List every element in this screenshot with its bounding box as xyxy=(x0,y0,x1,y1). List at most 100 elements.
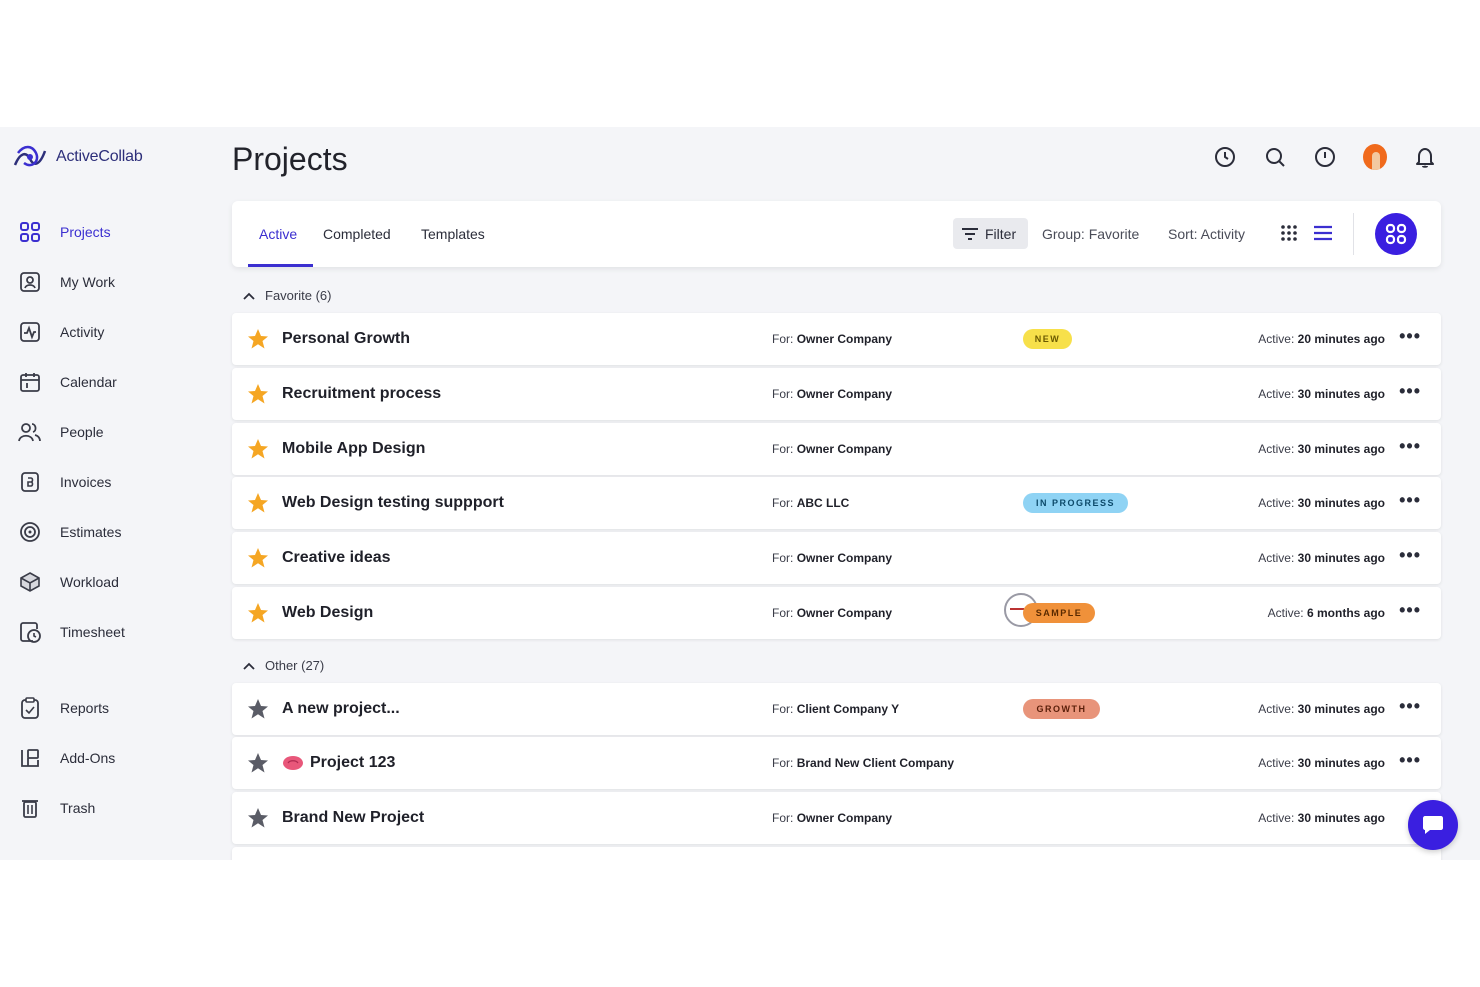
sidebar-item-reports[interactable]: Reports xyxy=(18,693,109,723)
project-client: For: Owner Company xyxy=(772,551,893,565)
project-row[interactable]: Recruitment process For: Owner Company A… xyxy=(232,368,1441,420)
invoice-icon xyxy=(18,470,42,494)
project-activity: Active: 30 minutes ago xyxy=(1258,387,1385,401)
sidebar-item-label: Calendar xyxy=(60,374,117,390)
sidebar-item-workload[interactable]: Workload xyxy=(18,567,119,597)
star-icon[interactable] xyxy=(246,806,270,830)
star-icon[interactable] xyxy=(246,437,270,461)
project-name[interactable]: Recruitment process xyxy=(282,385,441,403)
sidebar-item-projects[interactable]: Projects xyxy=(18,217,111,247)
project-activity: Active: 20 minutes ago xyxy=(1258,332,1385,346)
project-row[interactable]: Project 123 For: Brand New Client Compan… xyxy=(232,737,1441,789)
sidebar-item-add-ons[interactable]: Add-Ons xyxy=(18,743,115,773)
trash-icon xyxy=(18,796,42,820)
project-row[interactable]: Mobile App Design For: Owner Company Act… xyxy=(232,423,1441,475)
star-icon[interactable] xyxy=(246,697,270,721)
group-selector[interactable]: Group: Favorite xyxy=(1042,226,1139,242)
avatar[interactable] xyxy=(1363,144,1387,170)
estimate-icon xyxy=(18,520,42,544)
project-name[interactable]: Web Design xyxy=(282,604,373,622)
sidebar-item-label: Estimates xyxy=(60,524,122,540)
star-icon[interactable] xyxy=(246,546,270,570)
project-activity: Active: 6 months ago xyxy=(1267,606,1385,620)
group-header-other[interactable]: Other (27) xyxy=(243,658,324,673)
project-activity: Active: 30 minutes ago xyxy=(1258,442,1385,456)
project-name[interactable]: A new project... xyxy=(282,700,400,718)
sidebar-item-label: Reports xyxy=(60,700,110,716)
project-client: For: Owner Company xyxy=(772,332,893,346)
chat-button[interactable] xyxy=(1408,800,1458,850)
status-badge: IN PROGRESS xyxy=(1023,493,1128,513)
sidebar-item-estimates[interactable]: Estimates xyxy=(18,517,121,547)
project-row[interactable]: Brand New Project For: Owner Company Act… xyxy=(232,792,1441,844)
timer-icon[interactable] xyxy=(1313,145,1337,169)
project-client: For: Owner Company xyxy=(772,811,893,825)
search-icon[interactable] xyxy=(1263,145,1287,169)
more-options-icon[interactable]: ••• xyxy=(1399,436,1421,457)
project-client: For: Owner Company xyxy=(772,387,893,401)
timesheet-icon xyxy=(18,620,42,644)
sidebar-item-label: My Work xyxy=(60,274,115,290)
project-row[interactable]: Web Design For: Owner Company SAMPLE Act… xyxy=(232,587,1441,639)
more-options-icon[interactable]: ••• xyxy=(1399,696,1421,717)
star-icon[interactable] xyxy=(246,491,270,515)
sidebar-item-trash[interactable]: Trash xyxy=(18,793,95,823)
project-row[interactable]: A new project... For: Client Company Y G… xyxy=(232,683,1441,735)
sidebar-item-label: Projects xyxy=(60,224,111,240)
project-row[interactable]: Web Design testing suppport For: ABC LLC… xyxy=(232,477,1441,529)
sidebar-item-timesheet[interactable]: Timesheet xyxy=(18,617,125,647)
add-project-button[interactable] xyxy=(1375,213,1417,255)
project-name[interactable]: Project 123 xyxy=(282,754,395,772)
project-name[interactable]: Web Design testing suppport xyxy=(282,494,504,512)
sidebar-item-invoices[interactable]: Invoices xyxy=(18,467,111,497)
grid-view-icon[interactable] xyxy=(1280,224,1298,247)
app-logo[interactable]: ActiveCollab xyxy=(12,141,143,173)
tab-templates[interactable]: Templates xyxy=(421,226,485,242)
sidebar-item-calendar[interactable]: Calendar xyxy=(18,367,117,397)
project-name[interactable]: Brand New Project xyxy=(282,809,424,827)
activity-icon xyxy=(18,320,42,344)
more-options-icon[interactable]: ••• xyxy=(1399,545,1421,566)
group-label: Other (27) xyxy=(265,658,325,673)
project-name[interactable]: Mobile App Design xyxy=(282,440,425,458)
project-name[interactable]: Creative ideas xyxy=(282,549,391,567)
chat-icon xyxy=(1423,816,1443,834)
sidebar-item-label: Add-Ons xyxy=(60,750,116,766)
reports-icon xyxy=(18,696,42,720)
tab-completed[interactable]: Completed xyxy=(323,226,391,242)
logo-icon xyxy=(13,145,47,167)
filter-button[interactable]: Filter xyxy=(953,218,1028,249)
more-options-icon[interactable]: ••• xyxy=(1399,381,1421,402)
bell-icon[interactable] xyxy=(1413,145,1437,169)
sidebar-item-label: Activity xyxy=(60,324,105,340)
chevron-up-icon xyxy=(243,662,255,670)
star-icon[interactable] xyxy=(246,382,270,406)
group-header-favorite[interactable]: Favorite (6) xyxy=(243,288,331,303)
more-options-icon[interactable]: ••• xyxy=(1399,490,1421,511)
list-view-icon[interactable] xyxy=(1313,224,1333,247)
brain-icon xyxy=(283,756,303,770)
clock-icon[interactable] xyxy=(1213,145,1237,169)
project-name[interactable]: Personal Growth xyxy=(282,330,410,348)
star-icon[interactable] xyxy=(246,751,270,775)
sidebar-item-my-work[interactable]: My Work xyxy=(18,267,115,297)
project-row[interactable]: Personal Growth For: Owner Company NEW A… xyxy=(232,313,1441,365)
project-client: For: Client Company Y xyxy=(772,702,900,716)
project-row[interactable] xyxy=(232,847,1441,860)
sidebar-item-label: Timesheet xyxy=(60,624,125,640)
project-row[interactable]: Creative ideas For: Owner Company Active… xyxy=(232,532,1441,584)
project-client: For: ABC LLC xyxy=(772,496,850,510)
status-badge: GROWTH xyxy=(1023,699,1100,719)
tab-active[interactable]: Active xyxy=(259,226,297,242)
status-badge: SAMPLE xyxy=(1023,603,1095,623)
filter-icon xyxy=(962,227,978,240)
more-options-icon[interactable]: ••• xyxy=(1399,750,1421,771)
more-options-icon[interactable]: ••• xyxy=(1399,600,1421,621)
sidebar-item-activity[interactable]: Activity xyxy=(18,317,104,347)
sidebar-item-people[interactable]: People xyxy=(18,417,104,447)
star-icon[interactable] xyxy=(246,327,270,351)
more-options-icon[interactable]: ••• xyxy=(1399,326,1421,347)
sort-selector[interactable]: Sort: Activity xyxy=(1168,226,1245,242)
project-client: For: Owner Company xyxy=(772,606,893,620)
star-icon[interactable] xyxy=(246,601,270,625)
